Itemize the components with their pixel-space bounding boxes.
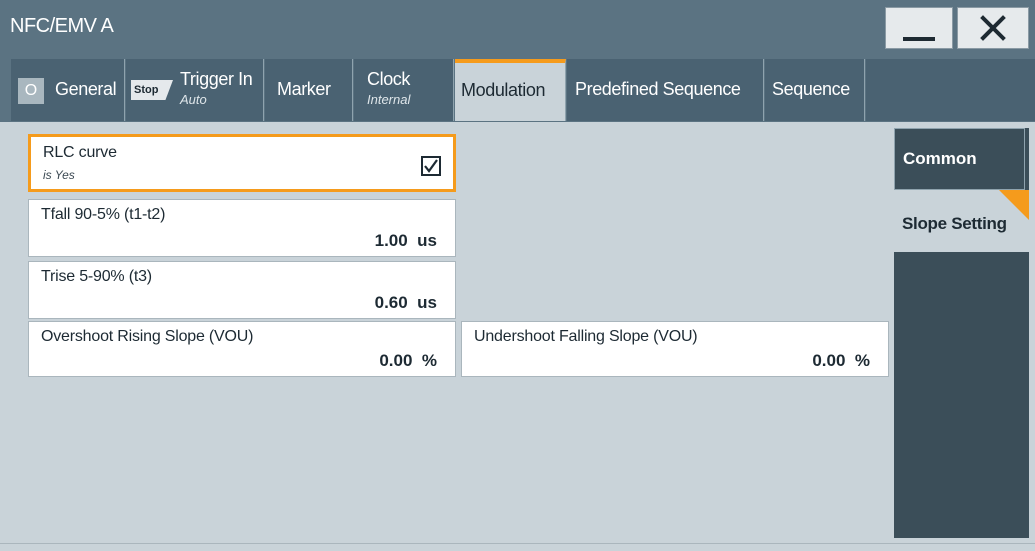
minimize-button[interactable]	[885, 7, 953, 49]
minimize-icon	[903, 37, 935, 41]
trise-value-text: 0.60 us	[375, 293, 437, 313]
bottom-border	[0, 543, 1035, 551]
overshoot-field[interactable]: Overshoot Rising Slope (VOU) 0.00 %	[28, 321, 456, 377]
close-button[interactable]	[957, 7, 1029, 49]
tfall-field[interactable]: Tfall 90-5% (t1-t2) 1.00 us	[28, 199, 456, 257]
tab-trigger-in[interactable]: Stop Trigger In Auto	[126, 59, 264, 121]
tab-sequence[interactable]: Sequence	[765, 59, 865, 121]
overshoot-value: 0.00	[379, 351, 413, 370]
side-tab-common-label: Common	[903, 149, 977, 168]
undershoot-value: 0.00	[812, 351, 846, 370]
tfall-unit: us	[417, 231, 437, 250]
trise-unit: us	[417, 293, 437, 312]
rlc-curve-label: RLC curve	[43, 144, 117, 161]
side-panel: Common Slope Setting	[894, 128, 1029, 538]
tab-strip-filler	[866, 59, 1035, 121]
overshoot-value-text: 0.00 %	[379, 351, 437, 371]
tab-clock-label: Clock	[367, 69, 411, 89]
tab-general-label: General	[55, 79, 117, 99]
side-tab-slope-setting[interactable]: Slope Setting	[894, 190, 1029, 252]
tfall-value-text: 1.00 us	[375, 231, 437, 251]
overshoot-label: Overshoot Rising Slope (VOU)	[41, 328, 254, 345]
tab-predefined-label: Predefined Sequence	[575, 79, 741, 99]
tfall-label: Tfall 90-5% (t1-t2)	[41, 206, 166, 223]
tab-modulation[interactable]: Modulation	[455, 59, 566, 121]
undershoot-value-text: 0.00 %	[812, 351, 870, 371]
tab-marker-label: Marker	[277, 79, 331, 99]
rlc-curve-state: is Yes	[43, 168, 75, 182]
stop-badge: Stop	[131, 80, 173, 100]
undershoot-label: Undershoot Falling Slope (VOU)	[474, 328, 698, 345]
tab-clock-sub: Internal	[367, 92, 411, 107]
title-bar: NFC/EMV A	[0, 0, 1035, 56]
rlc-curve-field[interactable]: RLC curve is Yes	[28, 134, 456, 192]
tab-trigger-sub: Auto	[180, 92, 207, 107]
tab-marker[interactable]: Marker	[265, 59, 353, 121]
undershoot-field[interactable]: Undershoot Falling Slope (VOU) 0.00 %	[461, 321, 889, 377]
general-status-badge: O	[18, 78, 44, 104]
checkmark-icon	[424, 159, 438, 173]
tab-general[interactable]: O General	[11, 59, 125, 121]
rlc-curve-checkbox[interactable]	[421, 156, 441, 176]
trise-field[interactable]: Trise 5-90% (t3) 0.60 us	[28, 261, 456, 319]
tab-sequence-label: Sequence	[772, 79, 850, 99]
tab-modulation-label: Modulation	[461, 80, 546, 100]
modulation-panel: RLC curve is Yes Tfall 90-5% (t1-t2) 1.0…	[18, 124, 1029, 539]
window-title: NFC/EMV A	[10, 15, 114, 37]
trise-label: Trise 5-90% (t3)	[41, 268, 152, 285]
overshoot-unit: %	[421, 351, 437, 370]
undershoot-unit: %	[854, 351, 870, 370]
tab-strip: O General Stop Trigger In Auto Marker Cl…	[0, 56, 1035, 122]
tfall-value: 1.00	[374, 231, 408, 250]
tab-trigger-label: Trigger In	[180, 69, 253, 89]
close-icon	[980, 15, 1006, 41]
side-tab-slope-label: Slope Setting	[902, 214, 1007, 233]
trise-value: 0.60	[374, 293, 408, 312]
tab-clock[interactable]: Clock Internal	[354, 59, 454, 121]
side-tab-common[interactable]: Common	[894, 128, 1025, 190]
tab-predefined-sequence[interactable]: Predefined Sequence	[567, 59, 764, 121]
